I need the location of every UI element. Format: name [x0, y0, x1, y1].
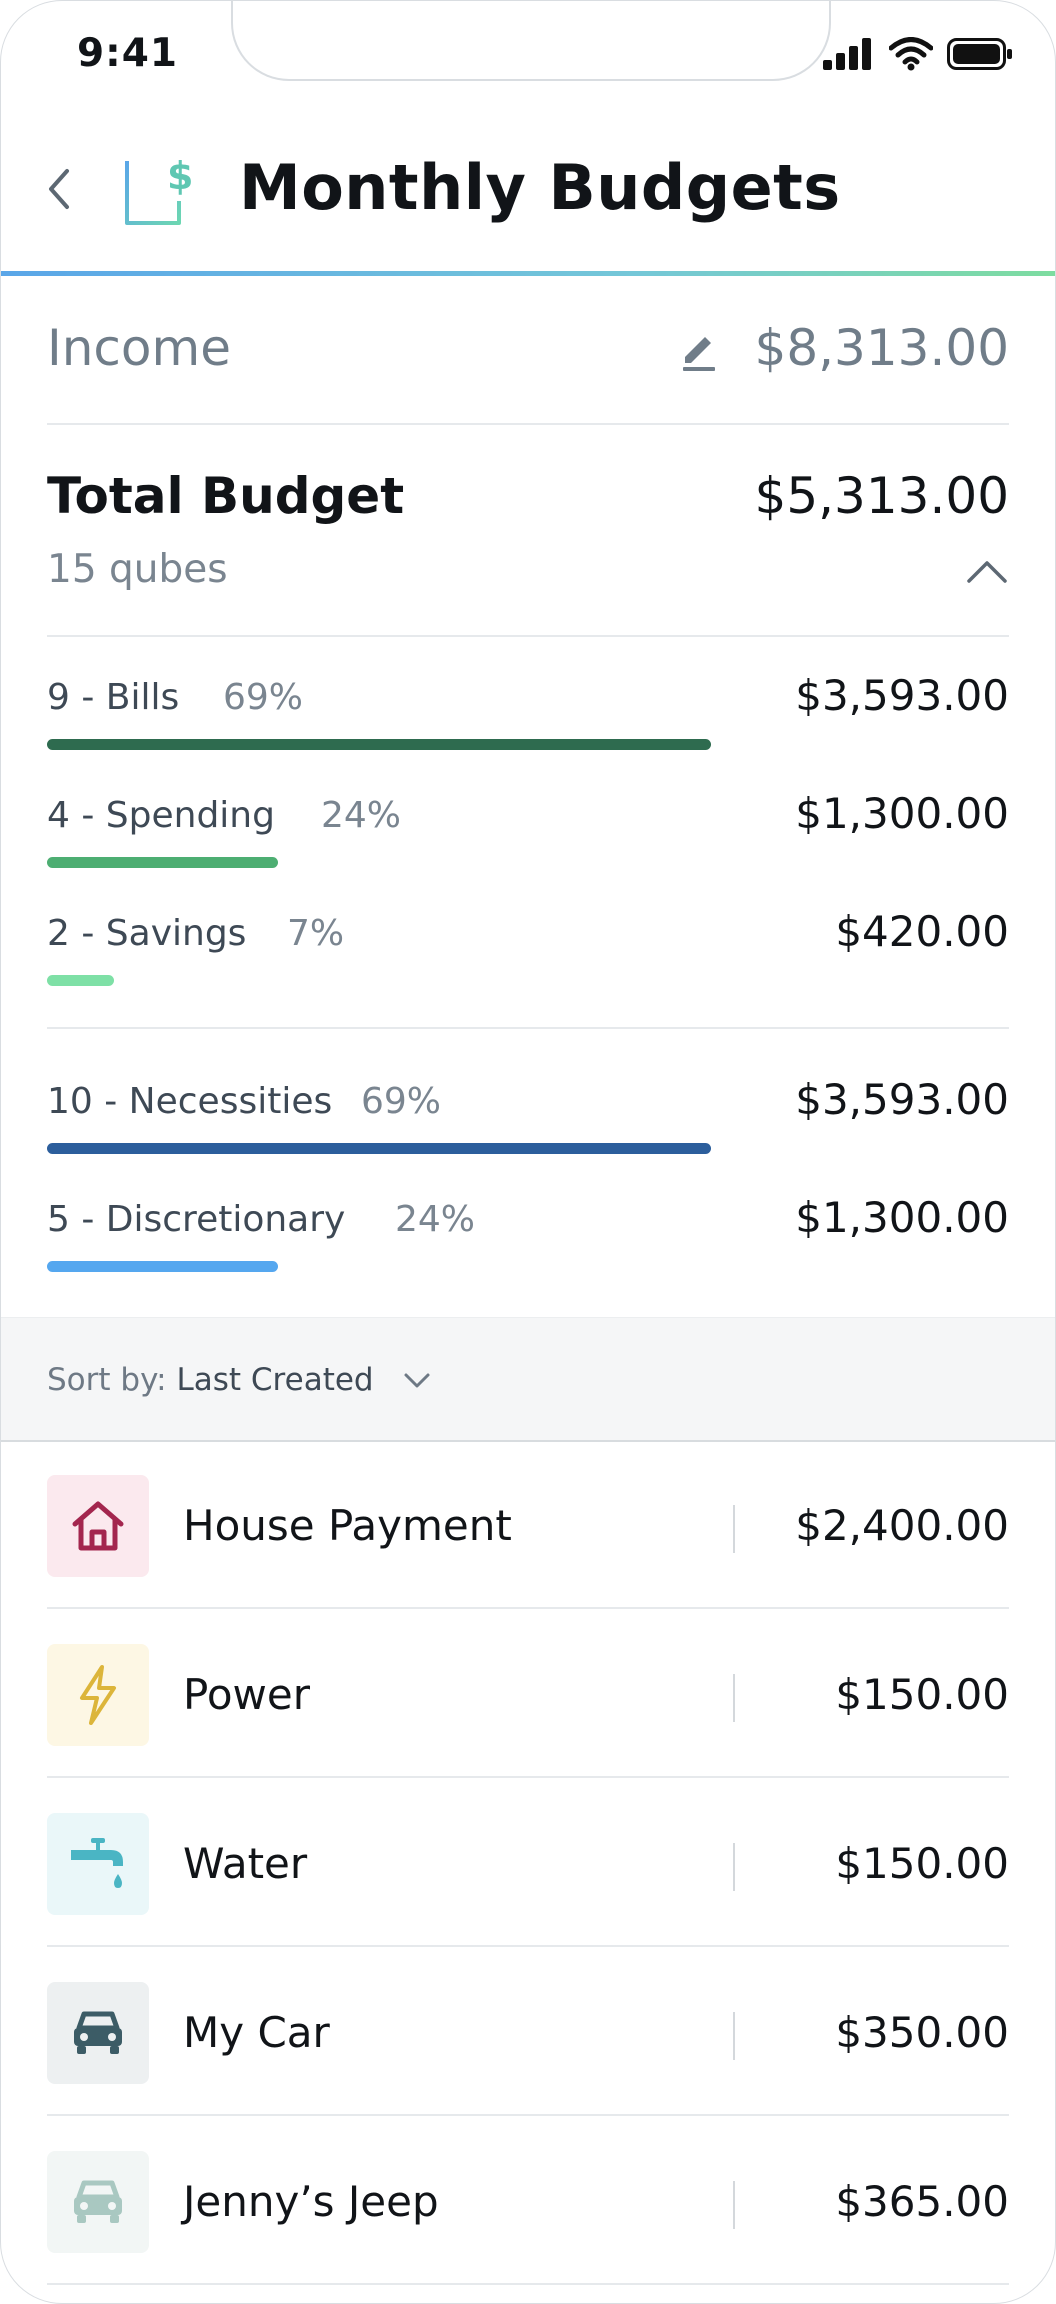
group-percent: 69% [361, 1081, 442, 1122]
group-progress-bar [47, 1143, 711, 1154]
income-row: Income $8,313.00 [47, 319, 1009, 385]
house-icon [72, 1501, 124, 1551]
group-label: 10 - Necessities [47, 1081, 333, 1122]
category-percent: 7% [287, 913, 345, 954]
item-name: Power [183, 1670, 310, 1719]
divider [47, 1945, 1009, 1947]
group-label: 5 - Discretionary [47, 1199, 346, 1240]
edit-income-button[interactable] [679, 327, 719, 375]
header-accent-line [1, 271, 1055, 276]
divider [47, 635, 1009, 637]
divider [47, 1027, 1009, 1029]
item-icon-box [47, 1644, 149, 1746]
svg-text:$: $ [167, 154, 193, 198]
item-separator [733, 2012, 735, 2060]
item-separator [733, 1843, 735, 1891]
list-item[interactable]: My Car $350.00 [47, 1948, 1009, 2116]
divider [47, 2283, 1009, 2285]
device-notch [231, 1, 831, 81]
phone-frame: 9:41 $ Monthly Budgets Income $8,313.00 … [0, 0, 1056, 2304]
category-percent: 24% [321, 795, 402, 836]
pencil-icon [683, 337, 715, 371]
category-label: 9 - Bills [47, 677, 180, 718]
sort-value: Last Created [176, 1362, 374, 1398]
item-amount: $365.00 [835, 2177, 1009, 2226]
total-budget-label: Total Budget [47, 467, 405, 525]
back-button[interactable] [41, 161, 77, 217]
budget-document-icon: $ [121, 151, 197, 233]
sort-label: Sort by: [47, 1362, 167, 1398]
divider [47, 423, 1009, 425]
category-amount: $1,300.00 [795, 789, 1009, 838]
item-name: House Payment [183, 1501, 512, 1550]
category-amount: $420.00 [835, 907, 1009, 956]
item-separator [733, 2181, 735, 2229]
item-amount: $150.00 [835, 1670, 1009, 1719]
status-icons [823, 37, 1013, 71]
car-icon [74, 2011, 122, 2054]
income-amount: $8,313.00 [754, 319, 1009, 377]
item-name: Water [183, 1839, 308, 1888]
chevron-left-icon [49, 169, 69, 209]
item-amount: $350.00 [835, 2008, 1009, 2057]
list-item[interactable]: Jenny’s Jeep $365.00 [47, 2117, 1009, 2285]
total-budget-subtitle: 15 qubes [47, 547, 228, 592]
battery-icon [947, 38, 1012, 70]
category-amount: $3,593.00 [795, 671, 1009, 720]
list-item[interactable]: Water $150.00 [47, 1779, 1009, 1947]
item-icon-box [47, 2151, 149, 2253]
group-amount: $3,593.00 [795, 1075, 1009, 1124]
item-icon-box [47, 1813, 149, 1915]
lightning-icon [80, 1665, 116, 1725]
page-title: Monthly Budgets [239, 151, 841, 224]
item-icon-box [47, 1982, 149, 2084]
item-amount: $2,400.00 [795, 1501, 1009, 1550]
category-progress-bar [47, 739, 711, 750]
collapse-button[interactable] [965, 553, 1009, 587]
item-amount: $150.00 [835, 1839, 1009, 1888]
category-percent: 69% [223, 677, 304, 718]
category-progress-bar [47, 975, 114, 986]
item-separator [733, 1674, 735, 1722]
category-label: 4 - Spending [47, 795, 275, 836]
status-time: 9:41 [77, 31, 179, 76]
sort-bar: Sort by: Last Created [1, 1317, 1055, 1442]
item-icon-box [47, 1475, 149, 1577]
list-item[interactable]: Power $150.00 [47, 1610, 1009, 1778]
item-name: My Car [183, 2008, 330, 2057]
total-budget-amount: $5,313.00 [754, 467, 1009, 525]
group-progress-bar [47, 1261, 278, 1272]
group-percent: 24% [395, 1199, 476, 1240]
divider [47, 1607, 1009, 1609]
category-label: 2 - Savings [47, 913, 247, 954]
category-progress-bar [47, 857, 278, 868]
list-item[interactable]: House Payment $2,400.00 [47, 1441, 1009, 1609]
group-amount: $1,300.00 [795, 1193, 1009, 1242]
wifi-icon [889, 37, 933, 71]
item-name: Jenny’s Jeep [183, 2177, 439, 2226]
item-separator [733, 1505, 735, 1553]
divider [47, 2114, 1009, 2116]
sort-dropdown[interactable]: Sort by: Last Created [47, 1362, 374, 1398]
income-label: Income [47, 319, 231, 377]
chevron-down-icon[interactable] [403, 1372, 431, 1390]
car-icon [74, 2180, 122, 2223]
chevron-up-icon [967, 561, 1007, 583]
divider [47, 1776, 1009, 1778]
faucet-icon [71, 1838, 123, 1888]
cellular-signal-icon [823, 38, 871, 70]
